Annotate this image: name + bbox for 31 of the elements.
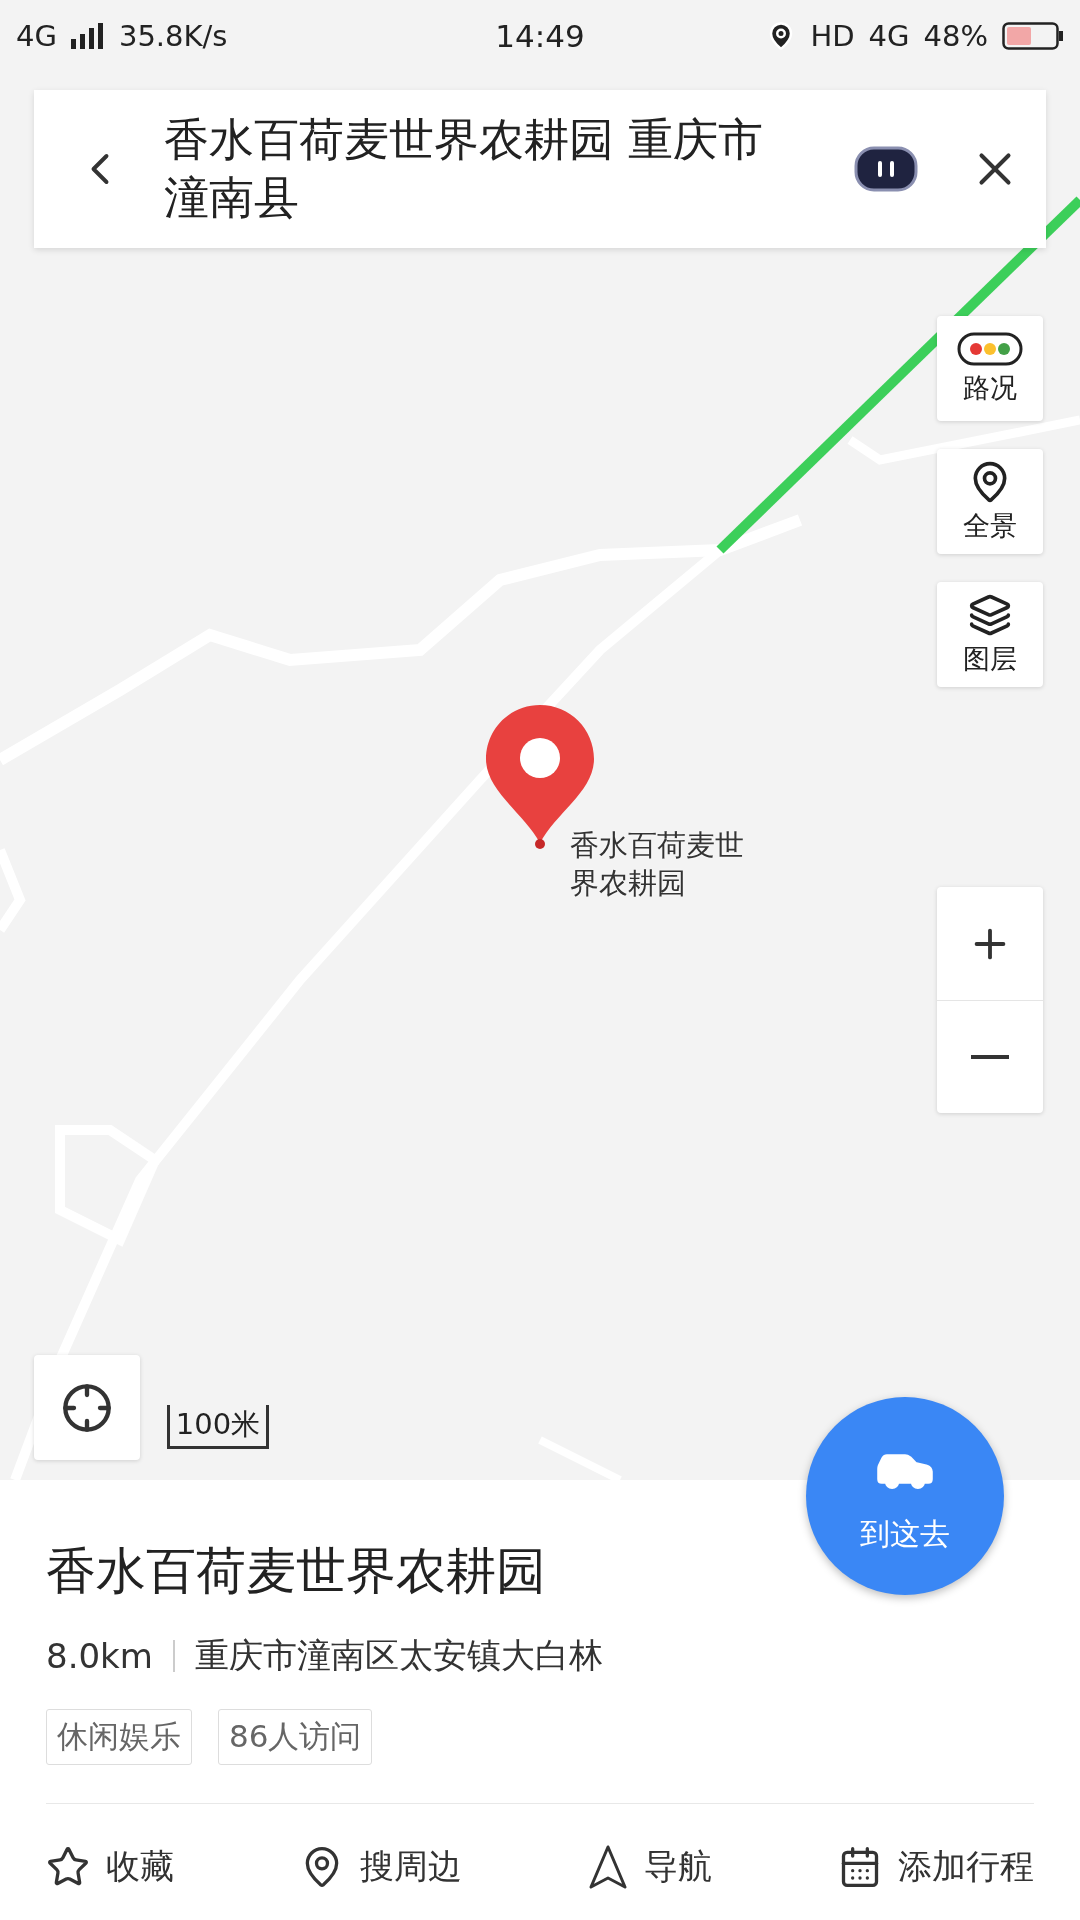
layers-icon	[968, 592, 1012, 637]
minus-icon	[971, 1055, 1009, 1059]
tag: 休闲娱乐	[46, 1709, 192, 1765]
place-name: 香水百荷麦世界农耕园	[46, 1541, 547, 1602]
battery-percent: 48%	[923, 19, 988, 53]
locate-button[interactable]	[34, 1355, 140, 1460]
network-type: 4G	[16, 19, 57, 53]
action-button[interactable]: 收藏	[46, 1844, 174, 1890]
address: 重庆市潼南区太安镇大白林	[194, 1634, 603, 1677]
signal-icon	[70, 23, 105, 49]
clock: 14:49	[495, 18, 585, 54]
crosshair-icon	[61, 1381, 113, 1434]
robot-icon[interactable]	[854, 146, 918, 192]
hd-indicator: HD	[810, 19, 855, 53]
action-button[interactable]: 搜周边	[300, 1844, 462, 1890]
tag: 86人访问	[218, 1709, 373, 1765]
traffic-light-icon	[957, 331, 1023, 366]
map-scale: 100米	[167, 1405, 269, 1449]
map-control-button[interactable]: 路况	[937, 316, 1043, 421]
search-bar[interactable]: 香水百荷麦世界农耕园 重庆市潼南县	[34, 90, 1046, 248]
marker-label: 香水百荷麦世界农耕园	[570, 827, 745, 902]
distance: 8.0km	[46, 1636, 153, 1676]
action-button[interactable]: 导航	[588, 1844, 712, 1890]
map-control-button[interactable]: 图层	[937, 582, 1043, 687]
search-query: 香水百荷麦世界农耕园 重庆市潼南县	[164, 112, 765, 226]
battery-icon	[1002, 22, 1064, 50]
network-speed: 35.8K/s	[118, 19, 228, 53]
action-button[interactable]: 添加行程	[838, 1844, 1034, 1890]
navigation-arrow-icon	[588, 1844, 628, 1890]
network-type: 4G	[868, 19, 910, 53]
map-control-button[interactable]: 全景	[937, 449, 1043, 554]
